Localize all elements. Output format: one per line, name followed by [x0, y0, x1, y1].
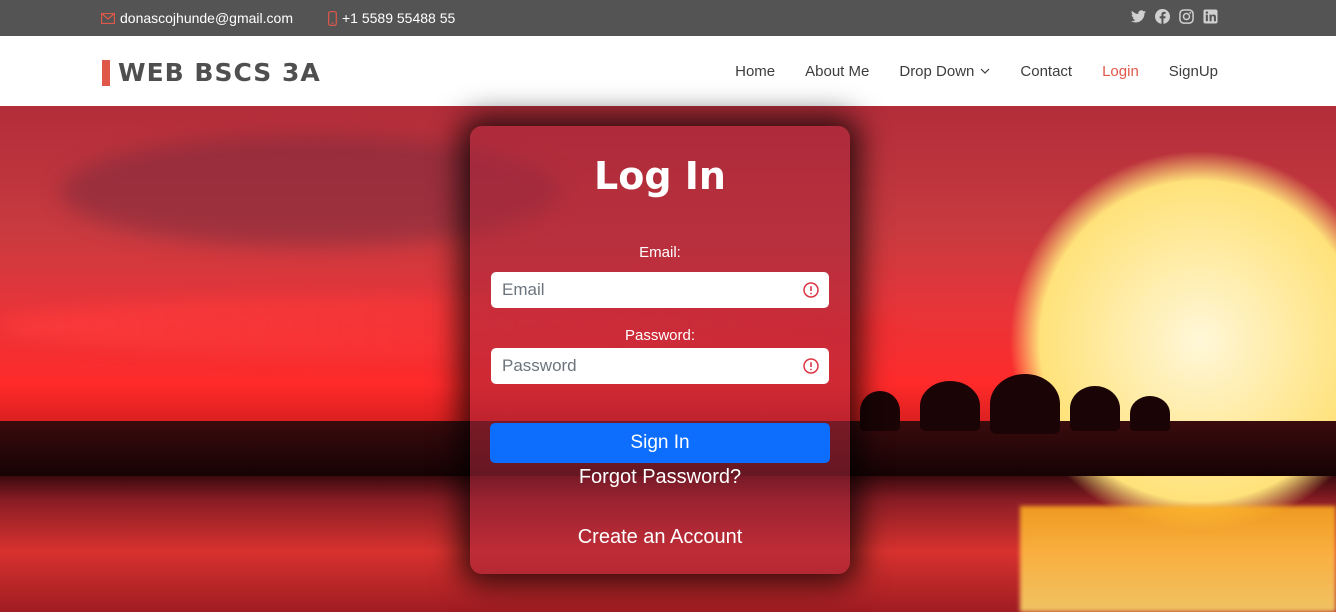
- chevron-down-icon: [980, 68, 990, 74]
- password-field[interactable]: [491, 348, 781, 384]
- instagram-icon[interactable]: [1178, 8, 1194, 24]
- palm-tree: [1070, 386, 1120, 431]
- contact-email-text: donascojhunde@gmail.com: [120, 10, 293, 26]
- hero-sun-reflection: [1020, 506, 1336, 612]
- email-field-wrapper: [491, 272, 829, 308]
- top-bar: donascojhunde@gmail.com +1 5589 55488 55: [0, 0, 1336, 36]
- contact-phone[interactable]: +1 5589 55488 55: [328, 0, 455, 36]
- palm-tree: [920, 381, 980, 431]
- logo-accent-bar: [102, 59, 110, 86]
- nav-signup[interactable]: SignUp: [1169, 63, 1218, 80]
- contact-phone-text: +1 5589 55488 55: [342, 10, 456, 26]
- password-field-wrapper: [491, 348, 829, 384]
- palm-tree: [990, 374, 1060, 434]
- nav-dropdown[interactable]: Drop Down: [899, 63, 990, 80]
- forgot-password-link[interactable]: Forgot Password?: [470, 466, 850, 489]
- nav-contact[interactable]: Contact: [1020, 63, 1072, 80]
- site-header: WEB BSCS 3A Home About Me Drop Down Cont…: [0, 36, 1336, 106]
- email-label: Email:: [639, 244, 681, 261]
- nav-about[interactable]: About Me: [805, 63, 869, 80]
- warning-icon: [803, 282, 819, 298]
- phone-icon: [328, 10, 337, 26]
- nav-dropdown-label: Drop Down: [899, 62, 975, 80]
- email-field[interactable]: [491, 272, 781, 308]
- linkedin-icon[interactable]: [1202, 8, 1218, 24]
- social-links: [1130, 8, 1218, 24]
- login-card: Log In Email: Password: Sign In Forgot P…: [470, 126, 850, 574]
- nav-home[interactable]: Home: [735, 63, 775, 80]
- envelope-icon: [101, 12, 115, 24]
- main-nav: Home About Me Drop Down Contact Login Si…: [705, 36, 1218, 106]
- site-logo[interactable]: WEB BSCS 3A: [102, 58, 321, 87]
- facebook-icon[interactable]: [1154, 8, 1170, 24]
- palm-tree: [1130, 396, 1170, 431]
- palm-tree: [860, 391, 900, 431]
- logo-text: WEB BSCS 3A: [118, 58, 321, 87]
- password-label: Password:: [624, 327, 696, 344]
- warning-icon: [803, 358, 819, 374]
- sign-in-button[interactable]: Sign In: [490, 423, 830, 463]
- contact-email[interactable]: donascojhunde@gmail.com: [101, 0, 293, 36]
- nav-login[interactable]: Login: [1102, 63, 1139, 80]
- create-account-link[interactable]: Create an Account: [470, 526, 850, 549]
- login-title: Log In: [594, 154, 726, 198]
- twitter-icon[interactable]: [1130, 8, 1146, 24]
